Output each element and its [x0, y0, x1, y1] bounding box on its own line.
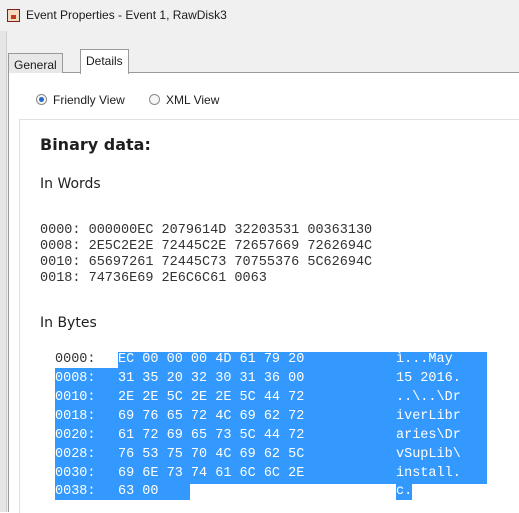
byte-row-hex: 61 72 69 65 73 5C 44 72	[118, 428, 305, 444]
title-bar: Event Properties - Event 1, RawDisk3	[0, 0, 519, 32]
byte-row-offset: 0038:	[55, 484, 96, 500]
radio-checked-icon	[36, 94, 47, 105]
byte-row-hex: 63 00	[118, 484, 159, 500]
byte-row-ascii: install.	[396, 466, 461, 482]
in-words-label: In Words	[40, 176, 101, 192]
byte-row-offset: 0000:	[55, 352, 96, 367]
byte-row-offset: 0028:	[55, 447, 96, 463]
binary-data-heading: Binary data:	[40, 135, 151, 154]
in-bytes-label: In Bytes	[40, 315, 97, 331]
byte-row-ascii: aries\Dr	[396, 428, 461, 444]
xml-view-label: XML View	[166, 93, 220, 107]
byte-row-hex: 76 53 75 70 4C 69 62 5C	[118, 447, 305, 463]
words-line: 0010: 65697261 72445C73 70755376 5C62694…	[40, 255, 373, 270]
byte-row-ascii: ì...May	[396, 352, 453, 368]
byte-row-ascii: c.	[396, 484, 413, 500]
byte-row-ascii: vSupLib\	[396, 447, 461, 463]
byte-row-offset: 0030:	[55, 466, 96, 482]
words-line: 0008: 2E5C2E2E 72445C2E 72657669 7262694…	[40, 239, 373, 254]
byte-row-ascii: ..\..\Dr	[396, 390, 461, 406]
window-left-edge	[0, 31, 7, 512]
byte-row-ascii: 15 2016.	[396, 371, 461, 387]
event-viewer-icon	[7, 9, 20, 22]
byte-row-ascii: iverLibr	[396, 409, 461, 425]
byte-row-hex: EC 00 00 00 4D 61 79 20	[118, 352, 305, 368]
tab-details[interactable]: Details	[80, 49, 129, 74]
byte-row-offset: 0020:	[55, 428, 96, 444]
words-line: 0000: 000000EC 2079614D 32203531 0036313…	[40, 223, 373, 238]
byte-row-offset: 0010:	[55, 390, 96, 406]
selection-gap	[190, 484, 396, 500]
byte-row-offset: 0008:	[55, 371, 96, 387]
byte-row-hex: 31 35 20 32 30 31 36 00	[118, 371, 305, 387]
radio-unchecked-icon	[149, 94, 160, 105]
words-line: 0018: 74736E69 2E6C6C61 0063	[40, 271, 267, 286]
byte-row-offset: 0018:	[55, 409, 96, 425]
byte-row-hex: 69 76 65 72 4C 69 62 72	[118, 409, 305, 425]
window-title: Event Properties - Event 1, RawDisk3	[26, 8, 227, 22]
byte-row-hex: 69 6E 73 74 61 6C 6C 2E	[118, 466, 305, 482]
friendly-view-label: Friendly View	[53, 93, 125, 107]
tab-general[interactable]: General	[8, 53, 63, 73]
byte-row-hex: 2E 2E 5C 2E 2E 5C 44 72	[118, 390, 305, 406]
selection-gap	[410, 484, 487, 500]
